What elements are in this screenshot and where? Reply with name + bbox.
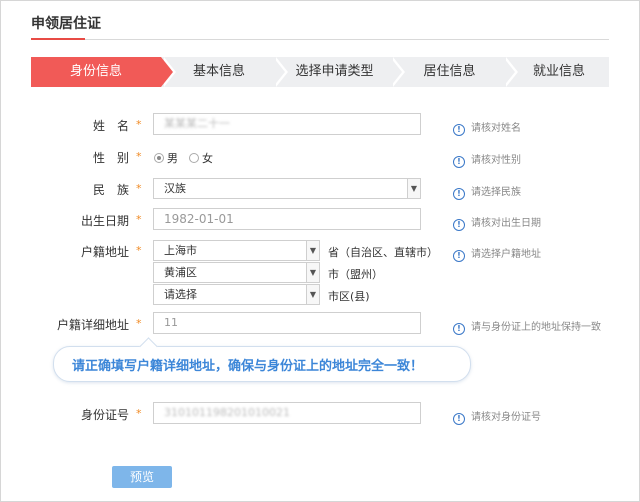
radio-icon bbox=[189, 153, 199, 163]
province-select[interactable]: 上海市 ▼ bbox=[153, 240, 320, 261]
required-mark: * bbox=[136, 244, 142, 257]
required-mark: * bbox=[136, 182, 142, 195]
id-number-hint: ! 请核对身份证号 bbox=[453, 408, 541, 425]
name-hint: ! 请核对姓名 bbox=[453, 119, 521, 136]
gender-label: 性 别 bbox=[92, 151, 129, 165]
chevron-down-icon: ▼ bbox=[407, 179, 420, 198]
info-circle-icon: ! bbox=[453, 188, 465, 200]
household-detail-hint: ! 请与身份证上的地址保持一致 bbox=[453, 318, 601, 335]
info-circle-icon: ! bbox=[453, 219, 465, 231]
step-label: 选择申请类型 bbox=[295, 64, 374, 79]
radio-icon bbox=[154, 153, 164, 163]
id-number-label: 身份证号 bbox=[80, 408, 129, 422]
step-identity[interactable]: 身份信息 bbox=[31, 57, 176, 87]
household-hint: ! 请选择户籍地址 bbox=[453, 245, 541, 262]
required-mark: * bbox=[136, 118, 142, 131]
district-select[interactable]: 请选择 ▼ bbox=[153, 284, 320, 305]
required-mark: * bbox=[136, 317, 142, 330]
household-detail-input[interactable]: 11 bbox=[153, 312, 421, 334]
city-select[interactable]: 黄浦区 ▼ bbox=[153, 262, 320, 283]
household-label: 户籍地址 bbox=[80, 245, 129, 259]
ethnicity-label: 民 族 bbox=[92, 183, 129, 197]
ethnicity-hint: ! 请选择民族 bbox=[453, 183, 521, 200]
step-label: 居住信息 bbox=[423, 64, 476, 79]
birthdate-hint: ! 请核对出生日期 bbox=[453, 214, 541, 231]
chevron-down-icon: ▼ bbox=[306, 285, 319, 304]
step-basic[interactable]: 基本信息 bbox=[161, 57, 288, 87]
tooltip-text: 请正确填写户籍详细地址，确保与身份证上的地址完全一致！ bbox=[72, 359, 424, 374]
step-progress-bar: 身份信息 基本信息 选择申请类型 居住信息 就业信息 bbox=[31, 57, 609, 87]
address-tooltip: 请正确填写户籍详细地址，确保与身份证上的地址完全一致！ bbox=[53, 337, 471, 382]
step-label: 就业信息 bbox=[532, 64, 585, 79]
household-detail-label: 户籍详细地址 bbox=[56, 318, 129, 332]
name-input[interactable]: 某某某二十一 bbox=[153, 113, 421, 135]
gender-hint: ! 请核对性别 bbox=[453, 151, 521, 168]
gender-radio-female[interactable]: 女 bbox=[189, 150, 213, 166]
chevron-down-icon: ▼ bbox=[306, 263, 319, 282]
required-mark: * bbox=[136, 213, 142, 226]
info-circle-icon: ! bbox=[453, 124, 465, 136]
page-title: 申领居住证 bbox=[31, 16, 101, 32]
application-window: 申领居住证 身份信息 基本信息 选择申请类型 居住信息 就业信息 姓 名 * 某… bbox=[0, 0, 640, 502]
title-accent-bar bbox=[31, 38, 85, 40]
chevron-down-icon: ▼ bbox=[306, 241, 319, 260]
info-circle-icon: ! bbox=[453, 156, 465, 168]
step-label: 身份信息 bbox=[69, 64, 122, 79]
birthdate-label: 出生日期 bbox=[80, 214, 129, 228]
required-mark: * bbox=[136, 407, 142, 420]
step-application-type[interactable]: 选择申请类型 bbox=[273, 57, 405, 87]
step-employment[interactable]: 就业信息 bbox=[503, 57, 609, 87]
city-suffix: 市（盟州） bbox=[328, 268, 383, 281]
name-label: 姓 名 bbox=[92, 119, 129, 133]
required-mark: * bbox=[136, 150, 142, 163]
info-circle-icon: ! bbox=[453, 250, 465, 262]
province-suffix: 省（自治区、直辖市） bbox=[328, 246, 438, 259]
step-residence[interactable]: 居住信息 bbox=[390, 57, 518, 87]
birthdate-input[interactable]: 1982-01-01 bbox=[153, 208, 421, 230]
step-label: 基本信息 bbox=[192, 64, 245, 79]
preview-button[interactable]: 预览 bbox=[112, 466, 172, 488]
info-circle-icon: ! bbox=[453, 323, 465, 335]
ethnicity-select[interactable]: 汉族 ▼ bbox=[153, 178, 421, 199]
district-suffix: 市区(县) bbox=[328, 290, 370, 303]
info-circle-icon: ! bbox=[453, 413, 465, 425]
title-divider bbox=[31, 39, 609, 40]
id-number-input[interactable]: 310101198201010021 bbox=[153, 402, 421, 424]
gender-radio-male[interactable]: 男 bbox=[154, 150, 178, 166]
